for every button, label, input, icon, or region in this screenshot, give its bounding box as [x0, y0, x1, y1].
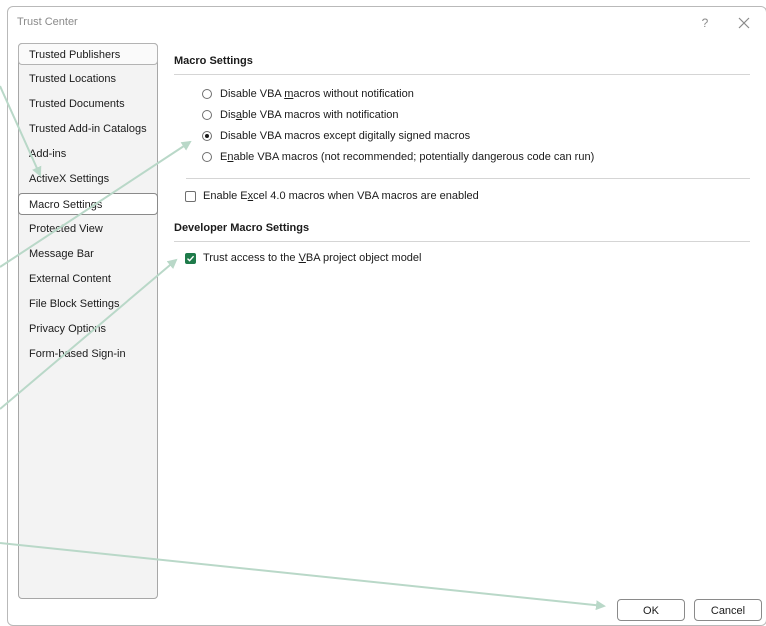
close-icon: [738, 17, 750, 29]
sidebar-item-macro-settings[interactable]: Macro Settings: [18, 193, 158, 215]
radio-button[interactable]: [202, 110, 212, 120]
title-bar: Trust Center ?: [8, 7, 766, 37]
sidebar-item-add-ins[interactable]: Add-ins: [19, 143, 157, 165]
close-button[interactable]: [734, 13, 754, 33]
sidebar-item-trusted-publishers[interactable]: Trusted Publishers: [18, 43, 158, 65]
sidebar-item-external-content[interactable]: External Content: [19, 268, 157, 290]
radio-disable-without-notification[interactable]: Disable VBA macros without notification: [202, 86, 414, 102]
sidebar-item-form-based-sign-in[interactable]: Form-based Sign-in: [19, 343, 157, 365]
divider: [174, 241, 750, 242]
radio-button[interactable]: [202, 89, 212, 99]
sidebar-item-privacy-options[interactable]: Privacy Options: [19, 318, 157, 340]
sidebar-item-activex-settings[interactable]: ActiveX Settings: [19, 168, 157, 190]
divider: [174, 74, 750, 75]
radio-disable-except-signed[interactable]: Disable VBA macros except digitally sign…: [202, 128, 470, 144]
content-pane: Macro Settings Disable VBA macros withou…: [174, 43, 754, 583]
cancel-button[interactable]: Cancel: [694, 599, 762, 621]
developer-macro-settings-heading: Developer Macro Settings: [174, 222, 310, 234]
ok-button[interactable]: OK: [617, 599, 685, 621]
checkbox-row-excel4-macros[interactable]: Enable Excel 4.0 macros when VBA macros …: [185, 188, 479, 204]
radio-enable-all-macros[interactable]: Enable VBA macros (not recommended; pote…: [202, 149, 594, 165]
check-icon: [187, 255, 195, 262]
sidebar-item-trusted-documents[interactable]: Trusted Documents: [19, 93, 157, 115]
sidebar-item-trusted-add-in-catalogs[interactable]: Trusted Add-in Catalogs: [19, 118, 157, 140]
help-button[interactable]: ?: [696, 14, 714, 32]
trust-center-dialog: Trust Center ? Trusted Publishers Truste…: [7, 6, 766, 626]
sidebar-item-protected-view[interactable]: Protected View: [19, 218, 157, 240]
window-title: Trust Center: [17, 16, 78, 28]
sidebar-item-file-block-settings[interactable]: File Block Settings: [19, 293, 157, 315]
sidebar-item-trusted-locations[interactable]: Trusted Locations: [19, 68, 157, 90]
radio-disable-with-notification[interactable]: Disable VBA macros with notification: [202, 107, 399, 123]
radio-button[interactable]: [202, 152, 212, 162]
sidebar-item-message-bar[interactable]: Message Bar: [19, 243, 157, 265]
excel4-macros-checkbox[interactable]: [185, 190, 196, 202]
trust-vba-checkbox[interactable]: [185, 252, 196, 264]
checkbox-row-trust-vba[interactable]: Trust access to the VBA project object m…: [185, 250, 422, 266]
macro-settings-heading: Macro Settings: [174, 55, 253, 67]
radio-button-selected[interactable]: [202, 131, 212, 141]
sidebar: Trusted Publishers Trusted Locations Tru…: [18, 43, 158, 599]
divider: [186, 178, 750, 179]
